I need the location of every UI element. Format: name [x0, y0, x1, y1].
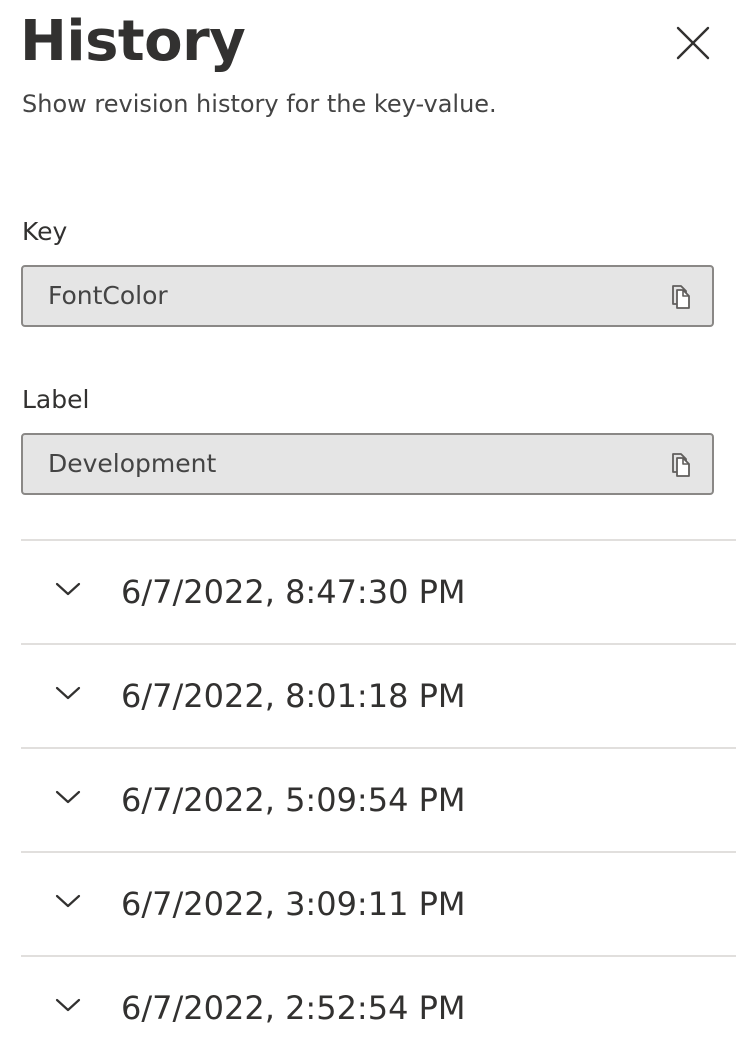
revision-timestamp: 6/7/2022, 8:01:18 PM — [121, 677, 466, 715]
chevron-down-icon — [55, 789, 81, 805]
label-field-value: Development — [48, 449, 217, 478]
revision-timestamp: 6/7/2022, 5:09:54 PM — [121, 781, 466, 819]
revision-row[interactable]: 6/7/2022, 8:47:30 PM — [21, 541, 736, 643]
copy-icon — [672, 453, 690, 477]
chevron-down-icon — [55, 581, 81, 597]
copy-key-button[interactable] — [664, 280, 698, 314]
key-field-value: FontColor — [48, 281, 168, 310]
label-field[interactable]: Development — [21, 433, 714, 495]
copy-icon — [672, 285, 690, 309]
close-icon — [676, 26, 710, 60]
revision-timestamp: 6/7/2022, 3:09:11 PM — [121, 885, 466, 923]
panel-subtitle: Show revision history for the key-value. — [22, 90, 497, 118]
close-button[interactable] — [668, 18, 718, 68]
revision-row[interactable]: 6/7/2022, 8:01:18 PM — [21, 645, 736, 747]
history-panel: History Show revision history for the ke… — [0, 0, 736, 1044]
panel-title: History — [20, 9, 246, 74]
chevron-down-icon — [55, 685, 81, 701]
revision-timestamp: 6/7/2022, 8:47:30 PM — [121, 573, 466, 611]
revision-row[interactable]: 6/7/2022, 5:09:54 PM — [21, 749, 736, 851]
key-field-label: Key — [22, 217, 68, 246]
revision-row[interactable]: 6/7/2022, 3:09:11 PM — [21, 853, 736, 955]
key-field[interactable]: FontColor — [21, 265, 714, 327]
label-field-label: Label — [22, 385, 90, 414]
chevron-down-icon — [55, 893, 81, 909]
revision-history-list: 6/7/2022, 8:47:30 PM 6/7/2022, 8:01:18 P… — [21, 539, 736, 1059]
copy-label-button[interactable] — [664, 448, 698, 482]
chevron-down-icon — [55, 997, 81, 1013]
